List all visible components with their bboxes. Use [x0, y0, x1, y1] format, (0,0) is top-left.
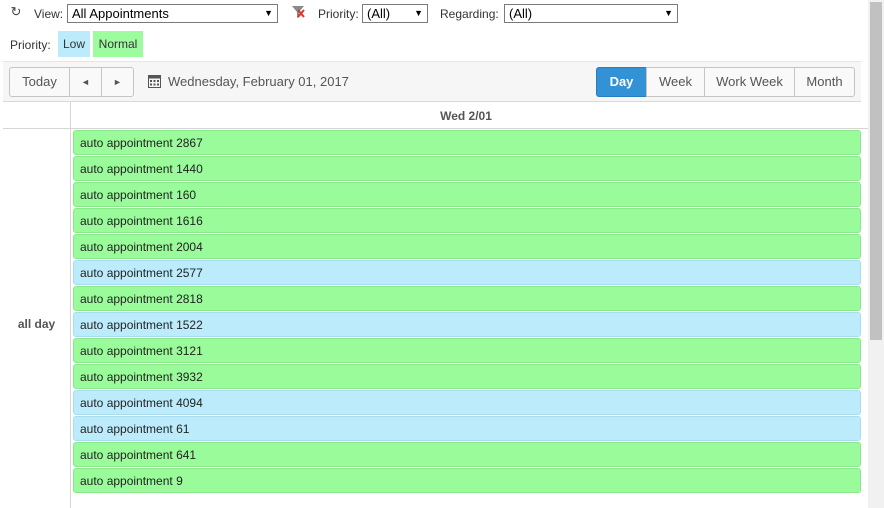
refresh-icon[interactable]: ↻ [9, 5, 23, 19]
chevron-down-icon: ▼ [414, 8, 423, 18]
priority-select-value: (All) [367, 6, 391, 21]
view-workweek-button[interactable]: Work Week [704, 67, 795, 97]
scrollbar-thumb[interactable] [870, 2, 882, 340]
appointment-event[interactable]: auto appointment 3932 [73, 364, 861, 389]
appointment-event[interactable]: auto appointment 1616 [73, 208, 861, 233]
view-label: View: [34, 7, 64, 21]
chevron-down-icon: ▼ [664, 8, 673, 18]
scheduler-toolbar: Today ◄ ► Wednesday, February 01, 2017 D… [3, 61, 861, 102]
chevron-left-icon: ◄ [81, 77, 90, 87]
today-button[interactable]: Today [9, 67, 70, 97]
chevron-right-icon: ► [113, 77, 122, 87]
current-date: Wednesday, February 01, 2017 [168, 74, 349, 89]
appointment-event[interactable]: auto appointment 2818 [73, 286, 861, 311]
view-select-value: All Appointments [72, 6, 169, 21]
appointment-event[interactable]: auto appointment 2004 [73, 234, 861, 259]
filter-bar: ↻ View: All Appointments ▼ Priority: (Al… [0, 0, 868, 28]
appointment-event[interactable]: auto appointment 3121 [73, 338, 861, 363]
appointment-event[interactable]: auto appointment 2867 [73, 130, 861, 155]
regarding-select[interactable]: (All) ▼ [504, 4, 678, 23]
appointment-event[interactable]: auto appointment 2577 [73, 260, 861, 285]
view-month-button[interactable]: Month [794, 67, 855, 97]
clear-filter-icon[interactable] [290, 4, 306, 20]
appointment-event[interactable]: auto appointment 1440 [73, 156, 861, 181]
next-button[interactable]: ► [101, 67, 134, 97]
appointment-event[interactable]: auto appointment 61 [73, 416, 861, 441]
header-corner [3, 102, 71, 128]
priority-select[interactable]: (All) ▼ [362, 4, 428, 23]
day-column-header: Wed 2/01 [440, 109, 492, 123]
chevron-down-icon: ▼ [264, 8, 273, 18]
column-header-row: Wed 2/01 [3, 102, 868, 129]
scheduler-grid: Wed 2/01 all day auto appointment 2867 au… [3, 102, 868, 508]
regarding-select-value: (All) [509, 6, 533, 21]
allday-column: all day [3, 129, 71, 508]
appointment-event[interactable]: auto appointment 4094 [73, 390, 861, 415]
vertical-scrollbar[interactable] [868, 0, 884, 508]
view-select[interactable]: All Appointments ▼ [67, 4, 278, 23]
appointment-event[interactable]: auto appointment 160 [73, 182, 861, 207]
view-day-button[interactable]: Day [596, 67, 647, 97]
legend-label: Priority: [10, 38, 51, 52]
allday-label: all day [17, 317, 56, 331]
prev-button[interactable]: ◄ [69, 67, 102, 97]
legend-normal: Normal [93, 31, 143, 57]
legend-low: Low [58, 31, 90, 57]
priority-filter-label: Priority: [318, 7, 359, 21]
calendar-icon[interactable] [148, 74, 161, 88]
appointment-event[interactable]: auto appointment 1522 [73, 312, 861, 337]
regarding-label: Regarding: [440, 7, 499, 21]
view-week-button[interactable]: Week [646, 67, 705, 97]
appointment-event[interactable]: auto appointment 641 [73, 442, 861, 467]
event-list: auto appointment 2867 auto appointment 14… [73, 130, 861, 494]
appointment-event[interactable]: auto appointment 9 [73, 468, 861, 493]
